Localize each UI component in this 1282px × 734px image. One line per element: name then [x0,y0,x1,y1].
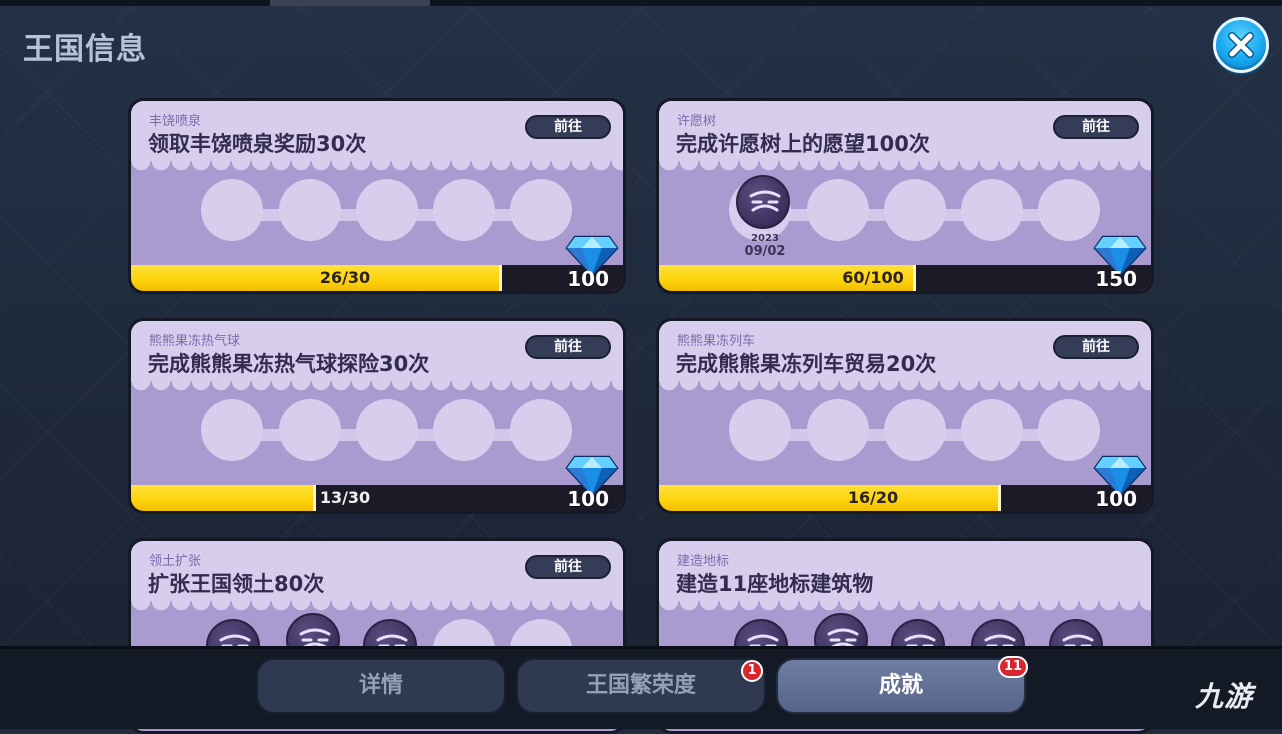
stamp-slot [807,399,869,461]
top-strip [0,0,1282,6]
progress-bar: 26/30 [131,265,559,291]
progress-text: 60/100 [842,268,904,287]
achievement-task: 扩张王国领土80次 [148,572,325,596]
progress-bar: 60/100 [659,265,1087,291]
achievement-category: 丰饶喷泉 [149,114,202,129]
stamp-slot [433,399,495,461]
stamp-slot [356,399,418,461]
go-button[interactable]: 前往 [525,335,611,359]
stamp-slot [433,179,495,241]
achievement-card-balloon: 熊熊果冻热气球 完成熊熊果冻热气球探险30次 前往 13/30 100 [128,318,626,514]
achievement-task: 完成许愿树上的愿望100次 [676,132,930,156]
stamp-slot [884,179,946,241]
reward-amount: 100 [567,267,609,291]
stamp-slot [961,399,1023,461]
stamp-slot [279,399,341,461]
stamp-slots [131,381,623,487]
progress-text: 16/20 [847,488,899,507]
achievement-card-wishing-tree: 许愿树 完成许愿树上的愿望100次 前往 2023 09/02 60/100 1… [656,98,1154,294]
achievement-card-fountain: 丰饶喷泉 领取丰饶喷泉奖励30次 前往 26/30 100 [128,98,626,294]
stamp-slot [1038,399,1100,461]
tab-details[interactable]: 详情 [256,658,506,714]
close-icon [1228,32,1254,58]
progress-bar: 16/20 [659,485,1087,511]
notification-badge: 11 [998,656,1029,678]
stamp-slot [510,399,572,461]
stamp-slot [729,399,791,461]
stamp-day: 09/02 [744,244,786,259]
stamp-year: 2023 [751,233,779,244]
go-button[interactable]: 前往 [1053,115,1139,139]
stamp-slots [131,161,623,267]
stamp-slots [659,381,1151,487]
achievement-card-train: 熊熊果冻列车 完成熊熊果冻列车贸易20次 前往 16/20 100 [656,318,1154,514]
stamp-slot [807,179,869,241]
stamp-slot [884,399,946,461]
stamp-slots: 2023 09/02 [659,161,1151,267]
go-button[interactable]: 前往 [525,555,611,579]
close-button[interactable] [1213,17,1269,73]
reward-amount: 100 [1095,487,1137,511]
stamp-slot [510,179,572,241]
progress-text: 13/30 [319,488,371,507]
page-title: 王国信息 [23,32,147,67]
stamp-slot [1038,179,1100,241]
stamp-slot [201,399,263,461]
achievement-task: 建造11座地标建筑物 [676,572,874,596]
achievement-task: 完成熊熊果冻热气球探险30次 [148,352,430,376]
achievement-category: 许愿树 [677,114,717,129]
achievement-category: 领土扩张 [149,554,202,569]
achievement-category: 熊熊果冻列车 [677,334,756,349]
go-button[interactable]: 前往 [525,115,611,139]
watermark-logo: 九游 [1195,680,1254,713]
face-stamp-icon [736,175,790,229]
progress-text: 26/30 [319,268,371,287]
achievement-task: 完成熊熊果冻列车贸易20次 [676,352,937,376]
stamp-slot [279,179,341,241]
achievement-task: 领取丰饶喷泉奖励30次 [148,132,367,156]
go-button[interactable]: 前往 [1053,335,1139,359]
progress-bar: 13/30 [131,485,559,511]
achievement-category: 熊熊果冻热气球 [149,334,241,349]
tab-achievements[interactable]: 成就 [776,658,1026,714]
achievement-category: 建造地标 [677,554,730,569]
stamp-date: 2023 09/02 [737,233,793,259]
stamp-slot [961,179,1023,241]
stamp-slot [201,179,263,241]
reward-amount: 100 [567,487,609,511]
notification-badge: 1 [741,660,763,682]
tab-prosperity[interactable]: 王国繁荣度 [516,658,766,714]
reward-amount: 150 [1095,267,1137,291]
top-strip-highlight [270,0,430,6]
stamp-slot [356,179,418,241]
